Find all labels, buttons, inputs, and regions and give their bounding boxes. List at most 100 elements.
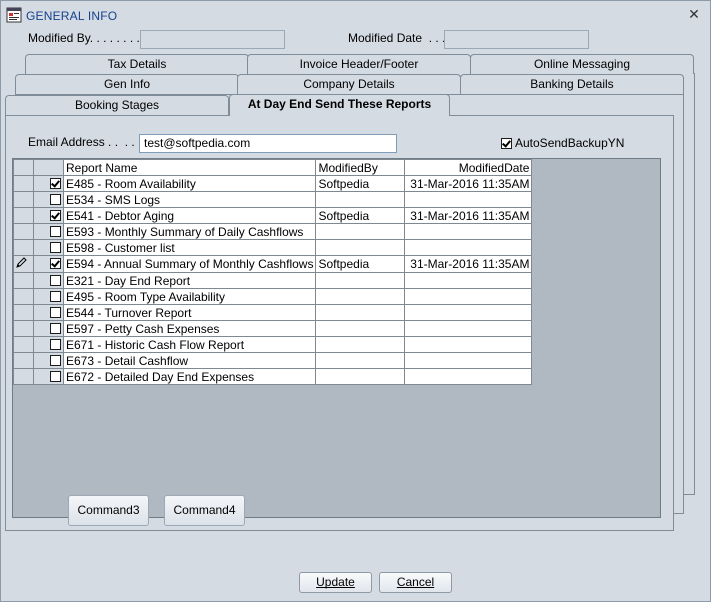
modified-by-cell[interactable]: [315, 368, 406, 385]
modified-by-cell[interactable]: [315, 272, 406, 289]
table-row[interactable]: E672 - Detailed Day End Expenses: [13, 368, 533, 385]
report-name-cell[interactable]: E593 - Monthly Summary of Daily Cashflow…: [62, 223, 317, 240]
report-checkbox[interactable]: [50, 371, 61, 382]
modified-by-cell[interactable]: [315, 320, 406, 337]
report-name-cell[interactable]: E671 - Historic Cash Flow Report: [62, 336, 317, 353]
modified-by-cell[interactable]: [315, 336, 406, 353]
report-checkbox[interactable]: [50, 323, 61, 334]
modified-date-cell[interactable]: 31-Mar-2016 11:35AM: [404, 207, 533, 224]
command3-button[interactable]: Command3: [68, 495, 149, 526]
modified-date-cell[interactable]: [404, 288, 533, 305]
modified-date-cell[interactable]: [404, 320, 533, 337]
row-selector[interactable]: [13, 352, 34, 369]
tab-banking-details[interactable]: Banking Details: [460, 74, 684, 94]
tab-day-end-reports[interactable]: At Day End Send These Reports: [229, 94, 450, 116]
tab-booking-stages[interactable]: Booking Stages: [5, 95, 229, 115]
row-checkbox-cell: [33, 368, 64, 385]
table-row[interactable]: E321 - Day End Report: [13, 272, 533, 289]
modified-by-cell[interactable]: [315, 239, 406, 256]
table-row[interactable]: E541 - Debtor Aging Softpedia 31-Mar-2016 …: [13, 207, 533, 224]
table-row[interactable]: E534 - SMS Logs: [13, 191, 533, 208]
table-row[interactable]: E598 - Customer list: [13, 239, 533, 256]
modified-by-cell[interactable]: Softpedia: [315, 255, 406, 273]
modified-by-cell[interactable]: [315, 304, 406, 321]
table-row[interactable]: E495 - Room Type Availability: [13, 288, 533, 305]
modified-date-cell[interactable]: [404, 368, 533, 385]
report-checkbox[interactable]: [50, 194, 61, 205]
email-address-input[interactable]: test@softpedia.com: [139, 134, 397, 153]
report-name-cell[interactable]: E485 - Room Availability: [62, 175, 317, 192]
report-name-cell[interactable]: E597 - Petty Cash Expenses: [62, 320, 317, 337]
row-selector[interactable]: [13, 175, 34, 192]
modified-by-cell[interactable]: [315, 223, 406, 240]
row-selector[interactable]: [13, 255, 34, 273]
table-row[interactable]: E485 - Room Availability Softpedia 31-Mar-…: [13, 175, 533, 192]
report-checkbox[interactable]: [50, 307, 61, 318]
modified-by-cell[interactable]: Softpedia: [315, 207, 406, 224]
report-checkbox[interactable]: [50, 291, 61, 302]
report-checkbox[interactable]: [50, 226, 61, 237]
report-checkbox[interactable]: [50, 339, 61, 350]
report-checkbox[interactable]: [50, 242, 61, 253]
row-selector[interactable]: [13, 207, 34, 224]
table-row[interactable]: E593 - Monthly Summary of Daily Cashflow…: [13, 223, 533, 240]
row-selector[interactable]: [13, 191, 34, 208]
general-info-window: GENERAL INFO ✕ Modified By. . . . . . . …: [0, 0, 711, 602]
column-header-modified-by[interactable]: ModifiedBy: [315, 159, 406, 176]
row-selector[interactable]: [13, 272, 34, 289]
reports-grid[interactable]: Report Name ModifiedBy ModifiedDate E485…: [12, 158, 661, 518]
report-name-cell[interactable]: E534 - SMS Logs: [62, 191, 317, 208]
report-name-cell[interactable]: E673 - Detail Cashflow: [62, 352, 317, 369]
table-row[interactable]: E671 - Historic Cash Flow Report: [13, 336, 533, 353]
modified-date-cell[interactable]: 31-Mar-2016 11:35AM: [404, 175, 533, 192]
row-selector[interactable]: [13, 223, 34, 240]
report-checkbox[interactable]: [50, 258, 61, 269]
row-selector[interactable]: [13, 368, 34, 385]
modified-by-cell[interactable]: [315, 191, 406, 208]
tab-tax-details[interactable]: Tax Details: [25, 54, 249, 74]
report-name-cell[interactable]: E544 - Turnover Report: [62, 304, 317, 321]
table-row[interactable]: E544 - Turnover Report: [13, 304, 533, 321]
report-checkbox[interactable]: [50, 275, 61, 286]
row-selector-header: [13, 159, 34, 176]
tab-company-details[interactable]: Company Details: [237, 74, 461, 94]
report-name-cell[interactable]: E321 - Day End Report: [62, 272, 317, 289]
autosend-backup-checkbox[interactable]: [501, 138, 512, 149]
report-name-cell[interactable]: E594 - Annual Summary of Monthly Cashflo…: [62, 255, 317, 273]
table-row[interactable]: E673 - Detail Cashflow: [13, 352, 533, 369]
command4-button[interactable]: Command4: [164, 495, 245, 526]
modified-by-cell[interactable]: [315, 352, 406, 369]
modified-date-cell[interactable]: [404, 191, 533, 208]
row-selector[interactable]: [13, 320, 34, 337]
modified-date-cell[interactable]: [404, 336, 533, 353]
column-header-report-name[interactable]: Report Name: [62, 159, 317, 176]
tab-gen-info[interactable]: Gen Info: [15, 74, 239, 94]
modified-date-cell[interactable]: [404, 304, 533, 321]
report-name-cell[interactable]: E541 - Debtor Aging: [62, 207, 317, 224]
row-selector[interactable]: [13, 304, 34, 321]
row-selector[interactable]: [13, 336, 34, 353]
row-selector[interactable]: [13, 239, 34, 256]
update-button[interactable]: Update: [299, 572, 372, 593]
report-name-cell[interactable]: E495 - Room Type Availability: [62, 288, 317, 305]
modified-date-cell[interactable]: [404, 223, 533, 240]
column-header-modified-date[interactable]: ModifiedDate: [404, 159, 533, 176]
report-checkbox[interactable]: [50, 355, 61, 366]
modified-by-cell[interactable]: Softpedia: [315, 175, 406, 192]
row-selector[interactable]: [13, 288, 34, 305]
report-name-cell[interactable]: E598 - Customer list: [62, 239, 317, 256]
report-checkbox[interactable]: [50, 178, 61, 189]
modified-date-cell[interactable]: [404, 352, 533, 369]
tab-online-messaging[interactable]: Online Messaging: [470, 54, 694, 74]
report-name-cell[interactable]: E672 - Detailed Day End Expenses: [62, 368, 317, 385]
modified-date-cell[interactable]: [404, 272, 533, 289]
modified-by-cell[interactable]: [315, 288, 406, 305]
tab-invoice-header-footer[interactable]: Invoice Header/Footer: [247, 54, 471, 74]
modified-date-cell[interactable]: 31-Mar-2016 11:35AM: [404, 255, 533, 273]
cancel-button[interactable]: Cancel: [379, 572, 452, 593]
close-icon[interactable]: ✕: [687, 7, 701, 21]
table-row[interactable]: E594 - Annual Summary of Monthly Cashflo…: [13, 255, 533, 273]
report-checkbox[interactable]: [50, 210, 61, 221]
table-row[interactable]: E597 - Petty Cash Expenses: [13, 320, 533, 337]
modified-date-cell[interactable]: [404, 239, 533, 256]
